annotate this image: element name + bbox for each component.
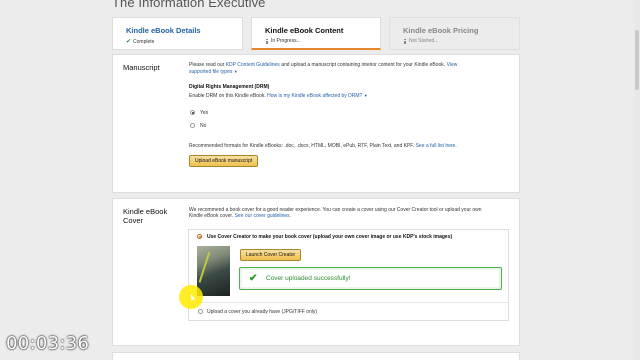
tab-ebook-details[interactable]: Kindle eBook Details ✔ Complete [112, 17, 243, 50]
video-timer: 00:03:36 [6, 333, 90, 354]
tab-ebook-pricing[interactable]: Kindle eBook Pricing Not Started... [389, 17, 520, 50]
drm-question: Enable DRM on this Kindle eBook. [189, 93, 268, 99]
success-message: Cover uploaded successfully! [266, 275, 351, 282]
content-guidelines-link[interactable]: KDP Content Guidelines [226, 62, 280, 68]
formats-text: Recommended formats for Kindle eBooks: .… [189, 143, 416, 149]
tab-status-label: Not Started... [409, 38, 439, 44]
cover-options-divider [188, 302, 509, 303]
cover-thumbnail [197, 246, 230, 296]
checkmark-icon: ✔ [126, 39, 132, 45]
drm-question-row: Enable DRM on this Kindle eBook. How is … [189, 93, 368, 100]
tab-title: Kindle eBook Pricing [403, 26, 479, 35]
intro-text: Please read our [189, 62, 226, 68]
file-types-row: supported file types ▼ [189, 69, 238, 76]
tab-status-label: In Progress... [271, 38, 301, 44]
cover-heading-2: Cover [123, 216, 144, 225]
upload-cover-label: Upload a cover you already have (JPG/TIF… [207, 309, 318, 315]
upload-cover-radio[interactable] [198, 309, 203, 314]
full-format-list-link[interactable]: See a full list here. [416, 143, 457, 149]
manuscript-panel [112, 54, 520, 193]
cover-guidelines-link[interactable]: See our cover guidelines. [235, 213, 291, 219]
view-link[interactable]: View [447, 62, 458, 68]
manuscript-heading: Manuscript [123, 63, 160, 72]
formats-row: Recommended formats for Kindle eBooks: .… [189, 143, 457, 150]
cover-creator-label: Use Cover Creator to make your book cove… [207, 234, 453, 240]
manuscript-intro: Please read our KDP Content Guidelines a… [189, 62, 509, 69]
supported-file-types-link[interactable]: supported file types [189, 69, 232, 75]
scroll-thumb[interactable] [635, 30, 639, 90]
workflow-tabs: Kindle eBook Details ✔ Complete Kindle e… [112, 17, 520, 50]
tab-ebook-content[interactable]: Kindle eBook Content In Progress... [251, 17, 381, 50]
tab-status: Not Started... [403, 38, 519, 44]
cover-intro-line-2: Kindle eBook cover. See our cover guidel… [189, 213, 291, 220]
intro-text: and upload a manuscript containing inter… [279, 62, 447, 68]
chevron-down-icon: ▼ [363, 93, 368, 98]
chevron-down-icon: ▼ [233, 69, 238, 74]
cover-heading-1: Kindle eBook [123, 207, 168, 216]
checkmark-icon: ✔ [249, 273, 258, 284]
drm-no-radio[interactable] [190, 123, 195, 128]
tab-status: In Progress... [265, 38, 380, 44]
tab-title: Kindle eBook Details [126, 26, 201, 35]
tab-status-label: Complete [133, 38, 155, 45]
page-title: The Information Executive [112, 0, 266, 10]
drm-help-link[interactable]: How is my Kindle eBook affected by DRM? [267, 93, 362, 99]
drm-yes-radio[interactable] [190, 110, 195, 115]
drm-heading: Digital Rights Management (DRM) [189, 84, 270, 90]
upload-success-alert: ✔ Cover uploaded successfully! [239, 267, 502, 290]
cover-intro-text: Kindle eBook cover. [189, 213, 235, 219]
cover-creator-radio[interactable] [197, 234, 202, 239]
upload-manuscript-button[interactable]: Upload eBook manuscript [189, 155, 259, 167]
drm-yes-label: Yes [200, 110, 209, 116]
info-icon [265, 38, 269, 44]
page-scrollbar[interactable] [634, 0, 640, 360]
drm-no-label: No [200, 123, 207, 129]
tab-title: Kindle eBook Content [265, 26, 344, 35]
launch-cover-creator-button[interactable]: Launch Cover Creator [240, 249, 302, 261]
info-icon [403, 38, 407, 44]
tab-status: ✔ Complete [126, 38, 242, 46]
next-section-panel [112, 352, 520, 360]
cover-art [198, 251, 228, 289]
